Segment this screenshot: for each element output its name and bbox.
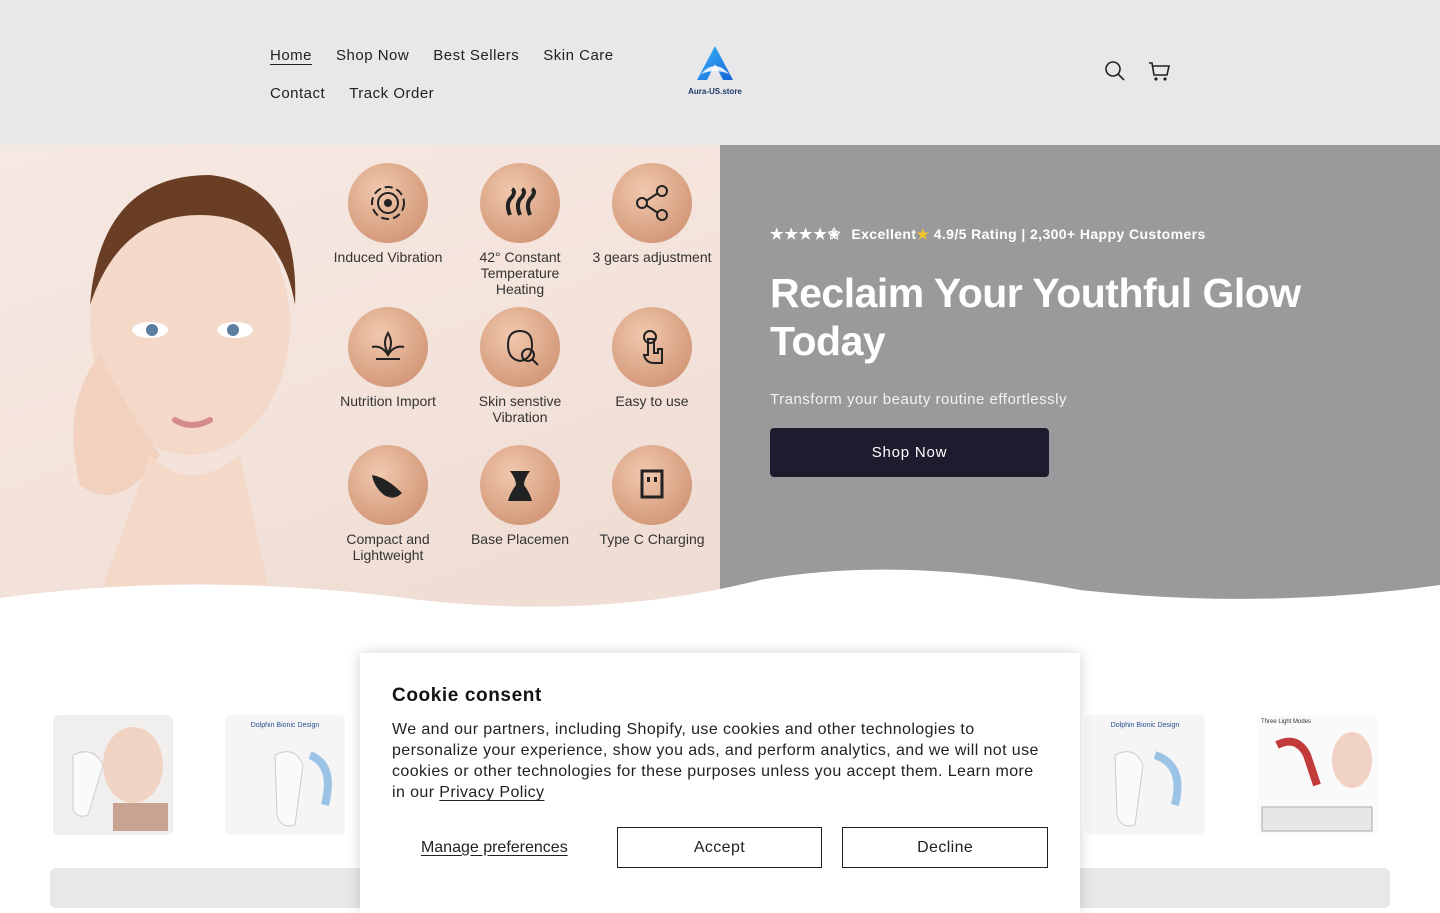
- nav-row-1: Home Shop Now Best Sellers Skin Care: [270, 36, 650, 74]
- aura-logo-icon: [697, 46, 733, 80]
- thumbnail-caption: Dolphin Bionic Design: [251, 722, 320, 729]
- nav-best-sellers[interactable]: Best Sellers: [433, 47, 519, 64]
- vibration-icon: [371, 186, 405, 220]
- face-scan-icon: [506, 329, 539, 366]
- cookie-title: Cookie consent: [392, 685, 542, 706]
- hero-content: ★★★★✬ Excellent★ 4.9/5 Rating | 2,300+ H…: [770, 225, 1370, 477]
- header-icons: [1102, 58, 1172, 84]
- hero-wave-divider: [0, 569, 1440, 610]
- accept-button[interactable]: Accept: [616, 827, 823, 868]
- hero-title: Reclaim Your Youthful Glow Today: [770, 270, 1301, 364]
- usb-c-icon: [640, 469, 664, 499]
- cookie-body: We and our partners, including Shopify, …: [392, 719, 1048, 803]
- product-photo: [53, 715, 173, 835]
- logo-text: Aura-US.store: [688, 87, 742, 96]
- feature-item: Compact and Lightweight: [323, 445, 453, 563]
- nav-row-2: Contact Track Order: [270, 74, 650, 112]
- feature-grid: Induced Vibration 42° Constant Temperatu…: [330, 163, 720, 573]
- feature-label: Nutrition Import: [340, 393, 436, 409]
- product-photo: Dolphin Bionic Design: [1085, 715, 1205, 835]
- thumbnail[interactable]: Dolphin Bionic Design: [225, 715, 345, 835]
- cookie-actions: Manage preferences Accept Decline: [392, 827, 1048, 868]
- rating-prefix: Excellent: [851, 225, 917, 242]
- thumbnail[interactable]: Dolphin Bionic Design: [1085, 715, 1205, 835]
- rating-stars: ★★★★✬: [770, 226, 842, 243]
- base-stand-icon: [508, 471, 532, 501]
- rating-summary: 4.9/5 Rating | 2,300+ Happy Customers: [933, 225, 1206, 242]
- feature-item: Nutrition Import: [323, 307, 453, 409]
- thumbnail-caption: Three Light Modes: [1261, 719, 1311, 725]
- nav-contact[interactable]: Contact: [270, 85, 325, 102]
- feature-label: Type C Charging: [599, 531, 705, 547]
- site-header: Home Shop Now Best Sellers Skin Care Con…: [0, 0, 1440, 145]
- touch-icon: [642, 330, 663, 364]
- cart-icon[interactable]: [1146, 58, 1172, 84]
- share-nodes-icon: [636, 185, 668, 221]
- main-nav: Home Shop Now Best Sellers Skin Care Con…: [270, 36, 650, 112]
- feature-label: Base Placemen: [470, 531, 570, 547]
- privacy-policy-link[interactable]: Privacy Policy: [439, 784, 544, 801]
- thumbnail[interactable]: Three Light Modes: [1257, 715, 1377, 835]
- nav-shop-now[interactable]: Shop Now: [336, 47, 409, 64]
- feature-label: Skin senstive Vibration: [478, 393, 562, 425]
- feature-item: Skin senstive Vibration: [455, 307, 585, 425]
- feature-item: Easy to use: [587, 307, 717, 409]
- feature-label: Easy to use: [615, 393, 689, 409]
- heat-icon: [505, 187, 536, 216]
- decline-button[interactable]: Decline: [842, 827, 1048, 868]
- hero-banner: Induced Vibration 42° Constant Temperatu…: [0, 145, 1440, 610]
- hero-subtitle: Transform your beauty routine effortless…: [770, 391, 1067, 408]
- feature-item: 42° Constant Temperature Heating: [455, 163, 585, 297]
- feature-label: 42° Constant Temperature Heating: [479, 249, 561, 297]
- model-face-image: [73, 175, 296, 595]
- nav-skin-care[interactable]: Skin Care: [543, 47, 613, 64]
- lotus-icon: [371, 331, 405, 360]
- thumbnail[interactable]: [53, 715, 173, 835]
- product-photo: Dolphin Bionic Design: [225, 715, 345, 835]
- product-photo: Three Light Modes: [1257, 715, 1377, 835]
- feature-item: Type C Charging: [587, 445, 717, 547]
- feature-item: 3 gears adjustment: [587, 163, 717, 265]
- manage-preferences-link[interactable]: Manage preferences: [392, 839, 597, 857]
- hero-image: Induced Vibration 42° Constant Temperatu…: [0, 145, 720, 610]
- feather-icon: [372, 475, 402, 498]
- cookie-consent-dialog: Cookie consent We and our partners, incl…: [360, 653, 1080, 913]
- nav-home[interactable]: Home: [270, 47, 312, 64]
- feature-label: Induced Vibration: [333, 249, 443, 265]
- feature-item: Induced Vibration: [323, 163, 453, 265]
- site-logo[interactable]: Aura-US.store: [680, 44, 750, 100]
- feature-item: Base Placemen: [455, 445, 585, 547]
- shop-now-button[interactable]: Shop Now: [770, 428, 1049, 477]
- rating-text: Excellent★ 4.9/5 Rating | 2,300+ Happy C…: [851, 226, 1205, 243]
- gold-star-icon: ★: [916, 225, 930, 242]
- thumbnail-caption: Dolphin Bionic Design: [1111, 722, 1180, 729]
- nav-track-order[interactable]: Track Order: [349, 85, 434, 102]
- feature-label: 3 gears adjustment: [592, 249, 712, 265]
- search-icon[interactable]: [1102, 58, 1128, 84]
- rating-bar: ★★★★✬ Excellent★ 4.9/5 Rating | 2,300+ H…: [770, 225, 1370, 244]
